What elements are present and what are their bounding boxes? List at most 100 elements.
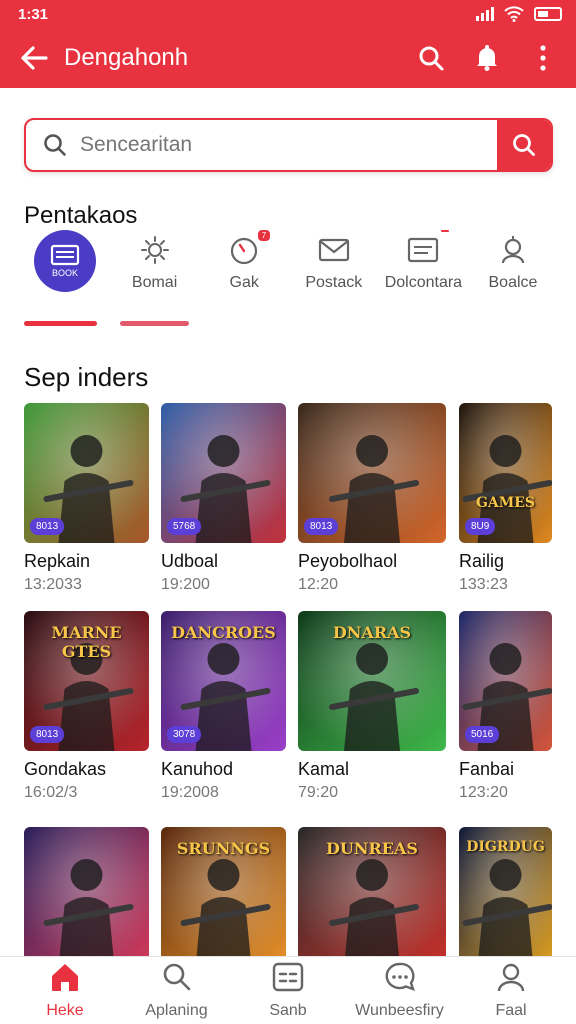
game-title: Peyobolhaol [298, 551, 398, 571]
more-vert-icon [540, 45, 546, 71]
category-label: Dolcontara [384, 274, 463, 291]
battery-icon [534, 7, 562, 21]
search-icon [44, 134, 66, 156]
game-card[interactable]: GAMES 8U9 Railig 133:23 [459, 403, 552, 594]
game-thumbnail: 8013 [298, 403, 446, 543]
game-thumbnail: DNARAS [298, 611, 446, 751]
page-title: Dengahonh [64, 44, 189, 71]
home-icon [48, 961, 82, 998]
wifi-icon [504, 6, 524, 22]
game-card[interactable]: MARNE GTES 8013 Gondakas 16:02/3 [24, 611, 149, 802]
nav-item-3[interactable]: Wunbeesfiry [345, 957, 455, 1024]
game-thumbnail: MARNE GTES 8013 [24, 611, 149, 751]
bottom-navigation: Heke Aplaning Sanb Wunbeesfiry Faal [0, 956, 576, 1024]
nav-item-1[interactable]: Aplaning [122, 957, 232, 1024]
game-thumbnail: DIGRDUG [459, 827, 552, 967]
category-label: Boalce [488, 274, 538, 291]
arrow-left-icon [21, 46, 48, 70]
category-label: Bomai [131, 274, 178, 291]
nav-label: Sanb [269, 1002, 307, 1019]
game-title: Railig [459, 551, 505, 571]
game-art-title: DNARAS [332, 623, 412, 642]
game-badge: 8013 [30, 518, 65, 535]
game-thumbnail: SRUNNGS [161, 827, 286, 967]
categories-title: Pentakaos [24, 202, 138, 229]
category-item-0[interactable]: BOOK [22, 230, 108, 302]
nav-item-0[interactable]: Heke [10, 957, 120, 1024]
search-button[interactable] [412, 39, 450, 77]
game-art-title: DIGRDUG [466, 839, 545, 855]
game-title: Kamal [298, 759, 350, 779]
search-icon [419, 46, 444, 71]
tab-indicator [120, 321, 189, 326]
game-thumbnail: 5016 [459, 611, 552, 751]
tab-indicator-active [24, 321, 97, 326]
game-time: 133:23 [459, 576, 508, 593]
game-thumbnail: 8013 [24, 403, 149, 543]
person-icon [493, 232, 533, 268]
game-badge: 8013 [30, 726, 65, 743]
search-icon [513, 134, 535, 156]
message-icon [403, 230, 450, 268]
game-card[interactable] [24, 827, 149, 967]
game-card[interactable]: DANCROES 3078 Kanuhod 19:2008 [161, 611, 286, 802]
chat-bubble-icon [383, 961, 417, 998]
category-item-1[interactable]: Bomai [112, 232, 198, 302]
game-card[interactable]: 5016 Fanbai 123:20 [459, 611, 552, 802]
game-card[interactable]: SRUNNGS [161, 827, 286, 967]
game-thumbnail: GAMES 8U9 [459, 403, 552, 543]
back-button[interactable] [14, 38, 54, 78]
game-card[interactable]: 8013 Repkain 13:2033 [24, 403, 149, 594]
category-item-3[interactable]: Postack [291, 232, 377, 302]
category-badge [441, 230, 450, 232]
book-icon: BOOK [34, 230, 96, 292]
search-icon [161, 961, 193, 998]
game-badge: 5016 [465, 726, 500, 743]
category-label: Postack [305, 274, 363, 291]
category-badge: 7 [257, 230, 271, 241]
game-time: 79:20 [298, 784, 339, 801]
search-submit-button[interactable] [497, 120, 551, 170]
game-time: 12:20 [298, 576, 339, 593]
category-item-2[interactable]: 7 Gak [201, 230, 287, 302]
game-badge: 8U9 [465, 518, 496, 535]
game-badge: 3078 [167, 726, 202, 743]
game-badge: 8013 [304, 518, 339, 535]
category-sublabel: BOOK [51, 268, 78, 278]
game-card[interactable]: 5768 Udboal 19:200 [161, 403, 286, 594]
more-options-button[interactable] [524, 39, 562, 77]
nav-label: Faal [495, 1002, 527, 1019]
game-card[interactable]: DNARAS Kamal 79:20 [298, 611, 446, 802]
category-row: BOOK Bomai 7 Gak Postack Dolcontara Boalce [22, 230, 556, 302]
game-title: Gondakas [24, 759, 107, 779]
signal-icon [476, 7, 494, 21]
game-card[interactable]: DIGRDUG [459, 827, 552, 967]
game-time: 123:20 [459, 784, 508, 801]
nav-item-2[interactable]: Sanb [233, 957, 343, 1024]
game-badge: 5768 [167, 518, 202, 535]
search-field[interactable] [26, 120, 497, 170]
game-art-title: DANCROES [171, 623, 276, 642]
search-input[interactable] [80, 133, 460, 157]
bell-icon [477, 45, 497, 71]
category-item-4[interactable]: Dolcontara [380, 230, 466, 302]
nav-label: Heke [46, 1002, 84, 1019]
search-bar [24, 118, 553, 172]
game-thumbnail: DUNREAS [298, 827, 446, 967]
game-thumbnail: DANCROES 3078 [161, 611, 286, 751]
category-item-5[interactable]: Boalce [470, 232, 556, 302]
game-card[interactable]: 8013 Peyobolhaol 12:20 [298, 403, 446, 594]
game-card[interactable]: DUNREAS [298, 827, 446, 967]
game-title: Udboal [161, 551, 219, 571]
app-bar: Dengahonh [0, 28, 576, 88]
timer-icon: 7 [224, 230, 271, 268]
notifications-button[interactable] [468, 39, 506, 77]
game-time: 16:02/3 [24, 784, 78, 801]
nav-label: Wunbeesfiry [355, 1002, 444, 1019]
game-art-title: DUNREAS [326, 839, 418, 858]
status-time: 1:31 [18, 5, 49, 23]
mail-icon [314, 232, 354, 268]
nav-label: Aplaning [145, 1002, 208, 1019]
category-label: Gak [229, 274, 259, 291]
nav-item-4[interactable]: Faal [456, 957, 566, 1024]
